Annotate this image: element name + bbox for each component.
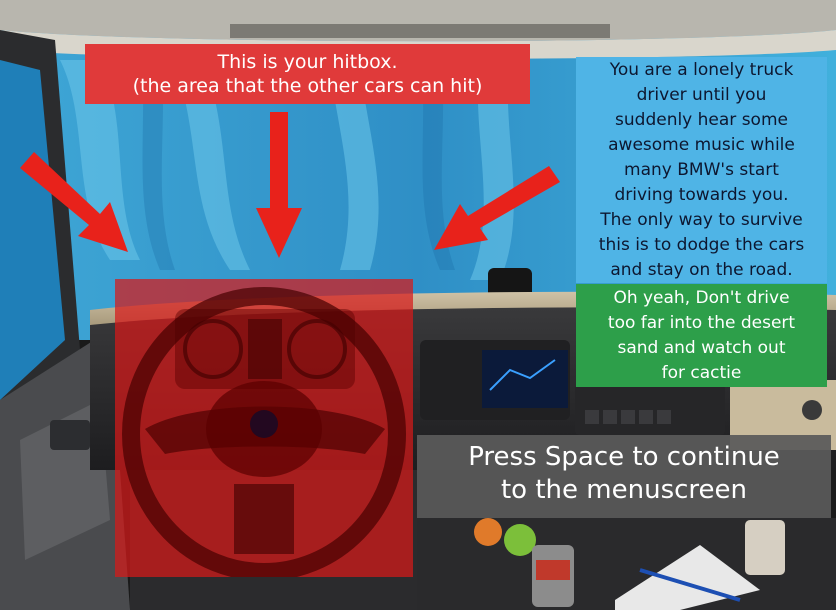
story-line: awesome music while xyxy=(608,135,795,155)
hitbox-label-line2: (the area that the other cars can hit) xyxy=(132,75,483,97)
hitbox-overlay xyxy=(115,279,413,581)
story-line: this is to dodge the cars xyxy=(598,235,805,255)
hint-line: too far into the desert xyxy=(607,313,796,333)
hint-text-box: Oh yeah, Don't drive too far into the de… xyxy=(576,284,827,387)
story-line: and stay on the road. xyxy=(610,260,793,280)
hint-line: sand and watch out xyxy=(617,338,786,358)
story-line: many BMW's start xyxy=(624,160,779,180)
hitbox-label-line1: This is your hitbox. xyxy=(217,51,398,73)
continue-prompt[interactable]: Press Space to continue to the menuscree… xyxy=(417,435,831,518)
hitbox-label: This is your hitbox. (the area that the … xyxy=(85,44,530,104)
hint-line: for cactie xyxy=(661,363,742,383)
story-line: You are a lonely truck xyxy=(609,60,794,80)
continue-line: to the menuscreen xyxy=(500,475,747,505)
arrow-down-icon xyxy=(256,112,302,258)
story-line: suddenly hear some xyxy=(615,110,788,130)
steering-wheel-icon xyxy=(122,287,406,581)
story-text-box: You are a lonely truck driver until you … xyxy=(576,57,827,283)
story-line: driver until you xyxy=(636,85,767,105)
arrow-down-left-icon xyxy=(20,152,128,252)
story-line: driving towards you. xyxy=(614,185,789,205)
arrow-down-right-icon xyxy=(434,166,560,250)
continue-line: Press Space to continue xyxy=(468,442,780,472)
story-line: The only way to survive xyxy=(600,210,803,230)
hint-line: Oh yeah, Don't drive xyxy=(613,288,790,308)
scania-griffin-icon xyxy=(250,410,278,438)
